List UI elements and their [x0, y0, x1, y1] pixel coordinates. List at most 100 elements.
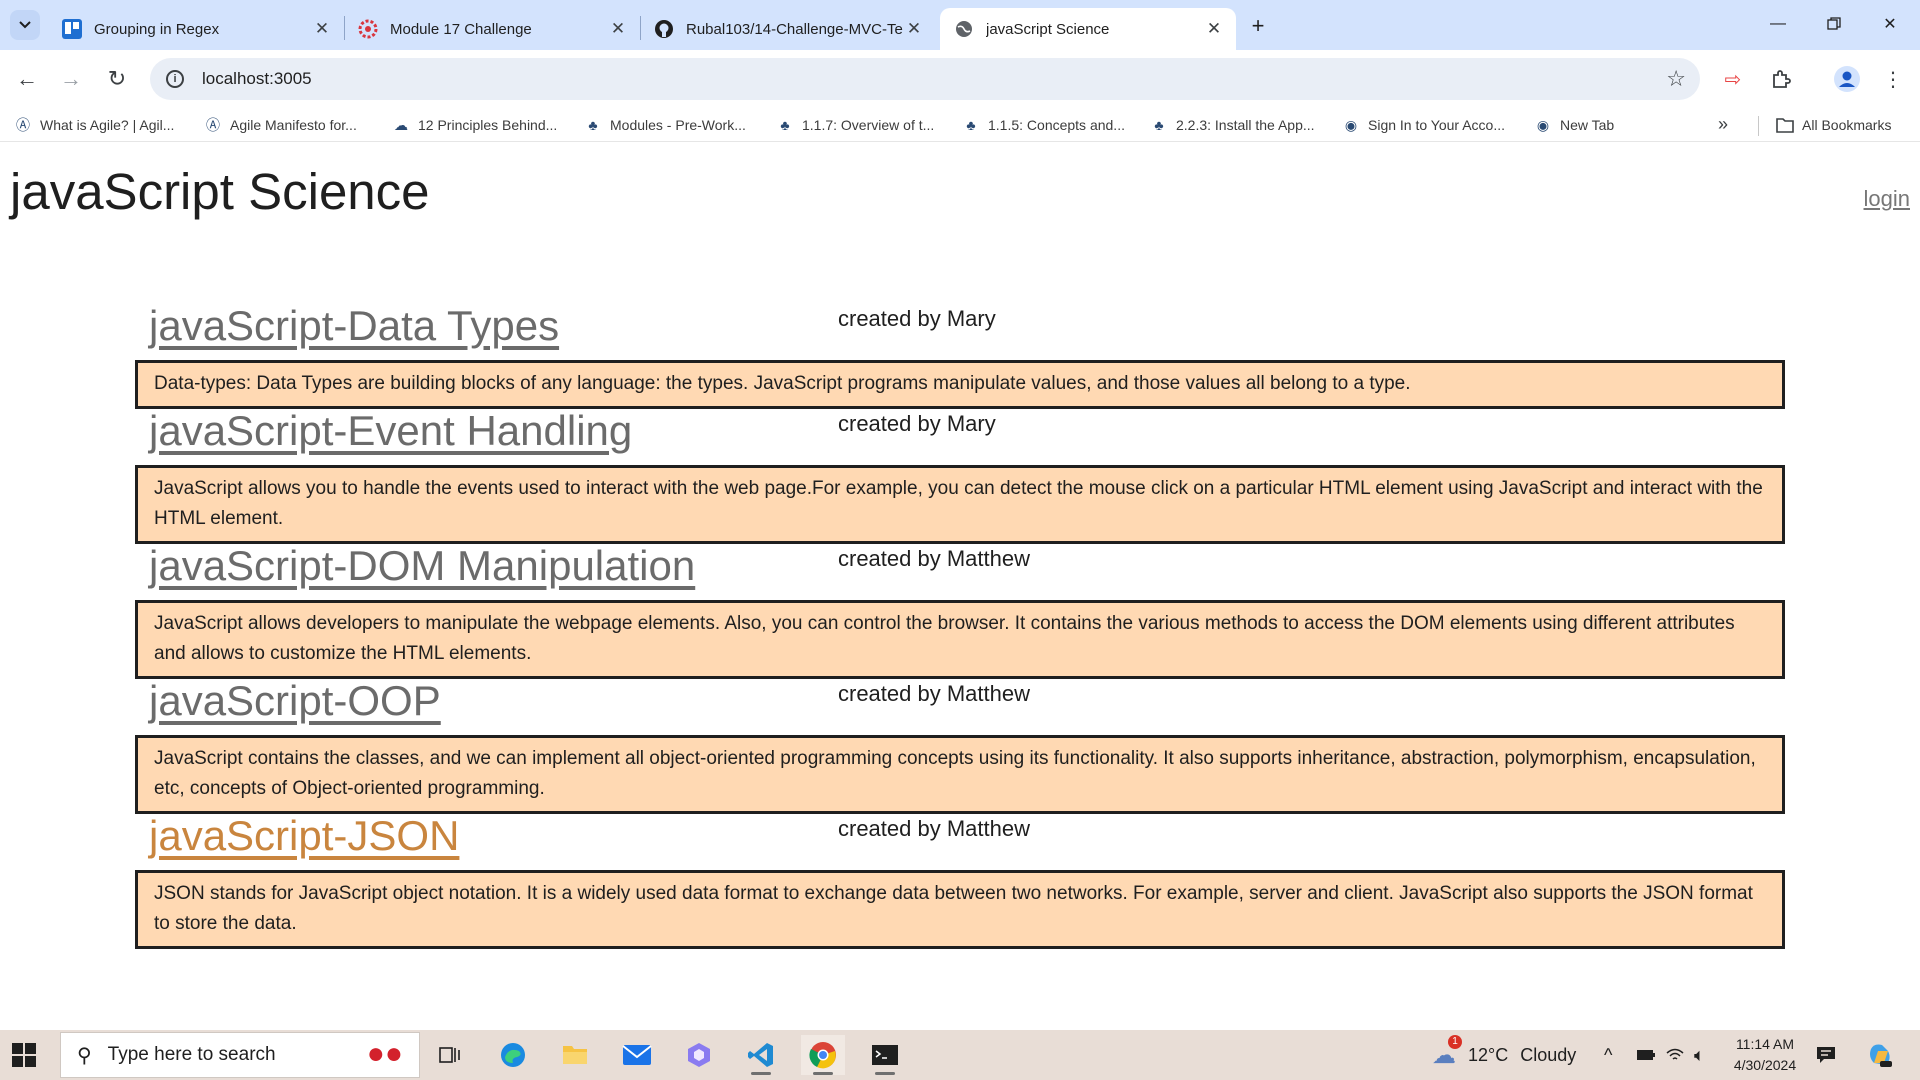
edge-icon — [501, 1043, 525, 1067]
close-icon[interactable]: ✕ — [904, 19, 924, 39]
notification-icon — [1817, 1047, 1835, 1063]
bookmark-item[interactable]: ♣ Modules - Pre-Work... — [584, 114, 746, 136]
close-icon[interactable]: ✕ — [608, 19, 628, 39]
tree-icon: ♣ — [780, 117, 790, 133]
github-icon — [654, 19, 674, 39]
bookmark-item[interactable]: ♣ 1.1.5: Concepts and... — [962, 114, 1125, 136]
agile-icon: Ⓐ — [16, 117, 30, 133]
tree-icon: ♣ — [588, 117, 598, 133]
volume-icon[interactable]: 🔈︎ — [1694, 1030, 1705, 1080]
address-url[interactable]: localhost:3005 — [202, 69, 312, 89]
browser-tab-strip: Grouping in Regex ✕ Module 17 Challenge … — [0, 0, 1920, 50]
bookmark-label: 12 Principles Behind... — [418, 117, 558, 133]
bookmark-item[interactable]: ♣ 2.2.3: Install the App... — [1150, 114, 1314, 136]
reload-button[interactable]: ↻ — [100, 62, 134, 96]
taskbar-search-box[interactable]: ⚲ Type here to search ●● — [60, 1032, 420, 1078]
address-bar[interactable]: i localhost:3005 ☆ — [150, 58, 1700, 100]
bookmark-label: What is Agile? | Agil... — [40, 117, 175, 133]
restore-button[interactable] — [1814, 6, 1854, 42]
file-explorer-app[interactable] — [553, 1035, 597, 1075]
puzzle-icon — [1773, 70, 1791, 88]
clock-date: 4/30/2024 — [1733, 1057, 1797, 1073]
speaker-icon: 🔈︎ — [1694, 1044, 1705, 1065]
close-icon[interactable]: ✕ — [1204, 19, 1224, 39]
task-view-button[interactable] — [428, 1035, 472, 1075]
avatar-icon — [1834, 66, 1860, 92]
more-bookmarks-chevron-icon[interactable]: » — [1718, 114, 1728, 135]
edge-app[interactable] — [491, 1035, 535, 1075]
strawberry-icon: ●● — [366, 1037, 403, 1070]
star-icon[interactable]: ☆ — [1666, 66, 1686, 92]
login-link[interactable]: login — [1864, 186, 1910, 212]
minimize-button[interactable]: — — [1758, 6, 1798, 42]
battery-icon[interactable] — [1636, 1030, 1656, 1080]
post-title-link[interactable]: javaScript-DOM Manipulation — [149, 542, 695, 590]
post-content: Data-types: Data Types are building bloc… — [135, 360, 1785, 409]
weather-description: Cloudy — [1520, 1044, 1577, 1065]
cloud-icon: ☁ 1 — [1432, 1034, 1462, 1070]
close-icon[interactable]: ✕ — [312, 19, 332, 39]
tab-title: Module 17 Challenge — [390, 20, 532, 38]
browser-toolbar: ← → ↻ i localhost:3005 ☆ ⇨ ⋮ — [0, 50, 1920, 108]
info-icon[interactable]: i — [166, 70, 184, 88]
windows-taskbar: ⚲ Type here to search ●● ☁ 1 12°C Cloudy … — [0, 1030, 1920, 1080]
bookmarks-bar: Ⓐ What is Agile? | Agil... Ⓐ Agile Manifes… — [0, 108, 1920, 142]
wifi-icon[interactable] — [1666, 1030, 1684, 1080]
chevron-down-icon — [19, 21, 31, 29]
all-bookmarks-button[interactable]: All Bookmarks — [1776, 114, 1891, 136]
bookmark-label: Sign In to Your Acco... — [1368, 117, 1505, 133]
chevron-up-icon: ^ — [1604, 1044, 1613, 1065]
search-placeholder: Type here to search — [107, 1044, 276, 1065]
task-view-icon — [439, 1047, 460, 1063]
browser-menu-button[interactable]: ⋮ — [1876, 62, 1910, 96]
vscode-icon — [748, 1043, 773, 1067]
bookmark-item[interactable]: ♣ 1.1.7: Overview of t... — [776, 114, 934, 136]
tree-icon: ♣ — [966, 117, 976, 133]
post-title-link[interactable]: javaScript-Data Types — [149, 302, 559, 350]
tab-search-button[interactable] — [10, 10, 40, 40]
back-button[interactable]: ← — [10, 62, 44, 96]
mail-icon — [622, 1045, 652, 1065]
reload-icon: ↻ — [107, 66, 127, 91]
system-clock[interactable]: 11:14 AM 4/30/2024 — [1724, 1034, 1806, 1076]
bookmark-item[interactable]: ☁ 12 Principles Behind... — [392, 114, 557, 136]
bookmark-item[interactable]: ◉ Sign In to Your Acco... — [1342, 114, 1505, 136]
bookmark-item[interactable]: ◉ New Tab — [1534, 114, 1614, 136]
tab-grouping-in-regex[interactable]: Grouping in Regex ✕ — [48, 8, 344, 50]
weather-widget[interactable]: ☁ 1 12°C Cloudy — [1432, 1030, 1576, 1080]
notifications-button[interactable] — [1816, 1030, 1836, 1080]
close-window-button[interactable]: ✕ — [1870, 6, 1910, 42]
post-author: created by Matthew — [838, 816, 1030, 841]
post-content: JSON stands for JavaScript object notati… — [135, 870, 1785, 949]
chrome-app[interactable] — [801, 1035, 845, 1075]
copilot-app[interactable] — [677, 1035, 721, 1075]
minimize-icon: — — [1770, 15, 1786, 32]
tab-title: Grouping in Regex — [94, 20, 220, 38]
extensions-button[interactable] — [1764, 62, 1798, 96]
post-title-link[interactable]: javaScript-JSON — [149, 812, 459, 860]
forward-button[interactable]: → — [54, 62, 88, 96]
bookmark-label: Modules - Pre-Work... — [610, 117, 746, 133]
arrow-right-icon: → — [60, 66, 82, 91]
tab-javascript-science[interactable]: javaScript Science ✕ — [940, 8, 1236, 50]
vscode-app[interactable] — [739, 1035, 783, 1075]
post-author: created by Mary — [838, 306, 996, 331]
terminal-app[interactable] — [863, 1035, 907, 1075]
plus-icon: + — [1251, 13, 1265, 38]
post-title-link[interactable]: javaScript-OOP — [149, 677, 441, 725]
agile-icon: Ⓐ — [206, 117, 220, 133]
copilot-icon — [688, 1043, 710, 1067]
new-tab-button[interactable]: + — [1244, 12, 1272, 40]
post-title-link[interactable]: javaScript-Event Handling — [149, 407, 632, 455]
show-hidden-icons-button[interactable]: ^ — [1604, 1030, 1612, 1080]
tab-module-17-challenge[interactable]: Module 17 Challenge ✕ — [344, 8, 640, 50]
tab-github-repo[interactable]: Rubal103/14-Challenge-MVC-Te ✕ — [640, 8, 936, 50]
bookmark-item[interactable]: Ⓐ What is Agile? | Agil... — [14, 114, 174, 136]
mail-app[interactable] — [615, 1035, 659, 1075]
profile-button[interactable] — [1830, 62, 1864, 96]
windows-start-icon[interactable] — [12, 1043, 36, 1067]
post-content: JavaScript allows developers to manipula… — [135, 600, 1785, 679]
bookmark-item[interactable]: Ⓐ Agile Manifesto for... — [204, 114, 357, 136]
extension-cast-button[interactable]: ⇨ — [1716, 62, 1750, 96]
copilot-preview-button[interactable] — [1866, 1030, 1894, 1080]
